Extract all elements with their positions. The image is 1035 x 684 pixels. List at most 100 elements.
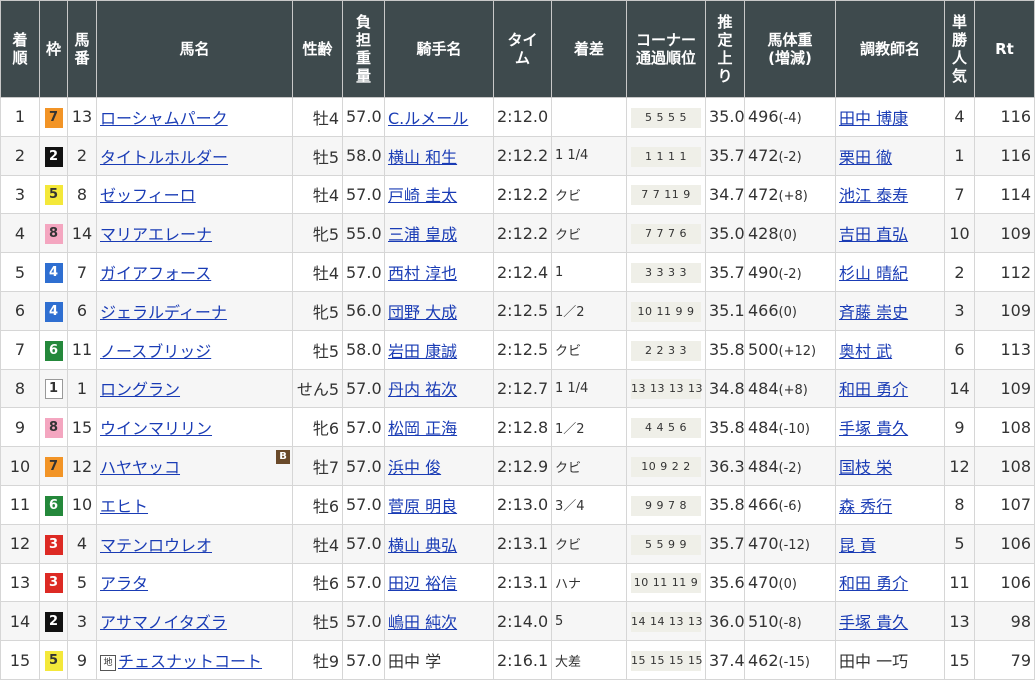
jockey-link[interactable]: 丹内 祐次 <box>388 380 457 399</box>
popularity-cell: 3 <box>944 290 975 331</box>
jockey-link[interactable]: 三浦 皇成 <box>388 225 457 244</box>
jockey-link[interactable]: C.ルメール <box>388 109 468 128</box>
jockey-link[interactable]: 西村 淳也 <box>388 264 457 283</box>
jockey-link[interactable]: 嶋田 純次 <box>388 613 457 632</box>
body-weight-value: 462 <box>748 650 779 670</box>
header-horse-name[interactable]: 馬名 <box>96 0 293 98</box>
table-row: 8 1 1 ロングラン せん5 57.0 丹内 祐次 2:12.7 1 1/4 13 13 13 … <box>0 368 1035 409</box>
jockey-link[interactable]: 松岡 正海 <box>388 419 457 438</box>
sex-age-cell: 牡7 <box>292 446 343 486</box>
horse-name-cell: ウインマリリン <box>96 407 293 448</box>
table-row: 6 4 6 ジェラルディーナ 牝5 56.0 団野 大成 2:12.5 1／2 10 11 9 9… <box>0 290 1035 331</box>
trainer-link[interactable]: 国枝 栄 <box>839 458 892 477</box>
popularity-cell: 12 <box>944 446 975 486</box>
jockey-cell: 田辺 裕信 <box>384 562 494 603</box>
header-waku[interactable]: 枠 <box>39 0 68 98</box>
horse-name-link[interactable]: ローシャムパーク <box>100 109 228 128</box>
time-cell: 2:12.2 <box>493 174 552 215</box>
jockey-cell: 三浦 皇成 <box>384 213 494 254</box>
popularity-cell: 15 <box>944 640 975 680</box>
rating-cell: 113 <box>974 329 1035 370</box>
horse-name-link[interactable]: ガイアフォース <box>100 264 211 283</box>
time-cell: 2:16.1 <box>493 640 552 680</box>
trainer-link[interactable]: 栗田 徹 <box>839 148 892 167</box>
jockey-link[interactable]: 横山 和生 <box>388 148 457 167</box>
horse-name-link[interactable]: マリアエレーナ <box>100 225 212 244</box>
trainer-cell: 田中 博康 <box>835 97 945 137</box>
horse-name-link[interactable]: アラタ <box>100 574 148 593</box>
corner-cell: 9 9 7 8 <box>626 484 706 525</box>
header-last3f[interactable]: 推定上り <box>705 0 745 98</box>
header-time[interactable]: タイム <box>493 0 552 98</box>
rating-cell: 116 <box>974 135 1035 176</box>
jockey-link[interactable]: 田辺 裕信 <box>388 574 457 593</box>
weight-cell: 57.0 <box>342 601 385 642</box>
header-sex-age[interactable]: 性齢 <box>292 0 343 98</box>
horse-name-link[interactable]: ジェラルディーナ <box>100 303 227 322</box>
header-margin[interactable]: 着差 <box>551 0 627 98</box>
waku-badge: 6 <box>44 340 63 361</box>
trainer-link[interactable]: 池江 泰寿 <box>839 186 908 205</box>
trainer-link[interactable]: 和田 勇介 <box>839 380 908 399</box>
body-weight-value: 428 <box>748 223 779 243</box>
header-jockey-line: 騎手名 <box>416 40 462 58</box>
body-weight-cell: 466(0) <box>744 290 836 331</box>
horse-name-link[interactable]: エヒト <box>100 497 148 516</box>
horse-name-link[interactable]: ゼッフィーロ <box>100 186 196 205</box>
waku-cell: 7 <box>39 446 68 486</box>
trainer-link[interactable]: 吉田 直弘 <box>839 225 908 244</box>
trainer-link[interactable]: 田中 博康 <box>839 109 908 128</box>
trainer-link[interactable]: 杉山 晴紀 <box>839 264 908 283</box>
horse-name-link[interactable]: ハヤヤッコ <box>100 458 180 477</box>
header-number[interactable]: 馬番 <box>67 0 97 98</box>
trainer-cell: 池江 泰寿 <box>835 174 945 215</box>
jockey-link[interactable]: 岩田 康誠 <box>388 342 457 361</box>
popularity-cell: 2 <box>944 252 975 292</box>
weight-cell: 56.0 <box>342 290 385 331</box>
header-corner-line: コーナー <box>635 31 696 49</box>
header-body-weight[interactable]: 馬体重 (増減) <box>744 0 836 98</box>
jockey-link[interactable]: 団野 大成 <box>388 303 457 322</box>
horse-name-link[interactable]: チェスナットコート <box>118 652 262 671</box>
trainer-cell: 斉藤 崇史 <box>835 290 945 331</box>
header-rank[interactable]: 着順 <box>0 0 40 98</box>
header-jockey[interactable]: 騎手名 <box>384 0 494 98</box>
horse-name-link[interactable]: アサマノイタズラ <box>100 613 227 632</box>
jockey-link[interactable]: 戸崎 圭太 <box>388 186 457 205</box>
trainer-link[interactable]: 和田 勇介 <box>839 574 908 593</box>
body-weight-cell: 510(-8) <box>744 601 836 642</box>
horse-name-cell: アラタ <box>96 562 293 603</box>
jockey-link[interactable]: 菅原 明良 <box>388 497 457 516</box>
margin-cell: 1 <box>551 252 627 292</box>
trainer-link[interactable]: 森 秀行 <box>839 497 892 516</box>
waku-cell: 6 <box>39 484 68 525</box>
table-row: 14 2 3 アサマノイタズラ 牡5 57.0 嶋田 純次 2:14.0 5 14 14 13 1… <box>0 601 1035 642</box>
corner-positions: 14 14 13 13 <box>631 612 702 633</box>
horse-name-link[interactable]: ノースブリッジ <box>100 342 211 361</box>
trainer-link[interactable]: 斉藤 崇史 <box>839 303 908 322</box>
header-trainer[interactable]: 調教師名 <box>835 0 945 98</box>
header-popularity[interactable]: 単勝人気 <box>944 0 975 98</box>
body-weight-value: 466 <box>748 301 779 321</box>
horse-name-link[interactable]: マテンロウレオ <box>100 536 212 555</box>
horse-name-cell: ゼッフィーロ <box>96 174 293 215</box>
time-cell: 2:12.9 <box>493 446 552 486</box>
header-corner[interactable]: コーナー 通過順位 <box>626 0 706 98</box>
trainer-link[interactable]: 手塚 貴久 <box>839 613 908 632</box>
trainer-link[interactable]: 奥村 武 <box>839 342 892 361</box>
header-rating[interactable]: Rt <box>974 0 1035 98</box>
jockey-link[interactable]: 浜中 俊 <box>388 458 441 477</box>
margin-cell: 1／2 <box>551 407 627 448</box>
waku-badge: 5 <box>44 185 63 206</box>
horse-name-link[interactable]: ウインマリリン <box>100 419 212 438</box>
popularity-cell: 1 <box>944 135 975 176</box>
horse-name-link[interactable]: タイトルホルダー <box>100 148 228 167</box>
header-weight[interactable]: 負担重量 <box>342 0 385 98</box>
trainer-link[interactable]: 昆 貢 <box>839 536 876 555</box>
body-weight-diff: (-2) <box>778 460 802 476</box>
jockey-link[interactable]: 横山 典弘 <box>388 536 457 555</box>
trainer-link[interactable]: 手塚 貴久 <box>839 419 908 438</box>
horse-name-link[interactable]: ロングラン <box>100 380 180 399</box>
popularity-cell: 11 <box>944 562 975 603</box>
number-cell: 1 <box>67 368 97 409</box>
